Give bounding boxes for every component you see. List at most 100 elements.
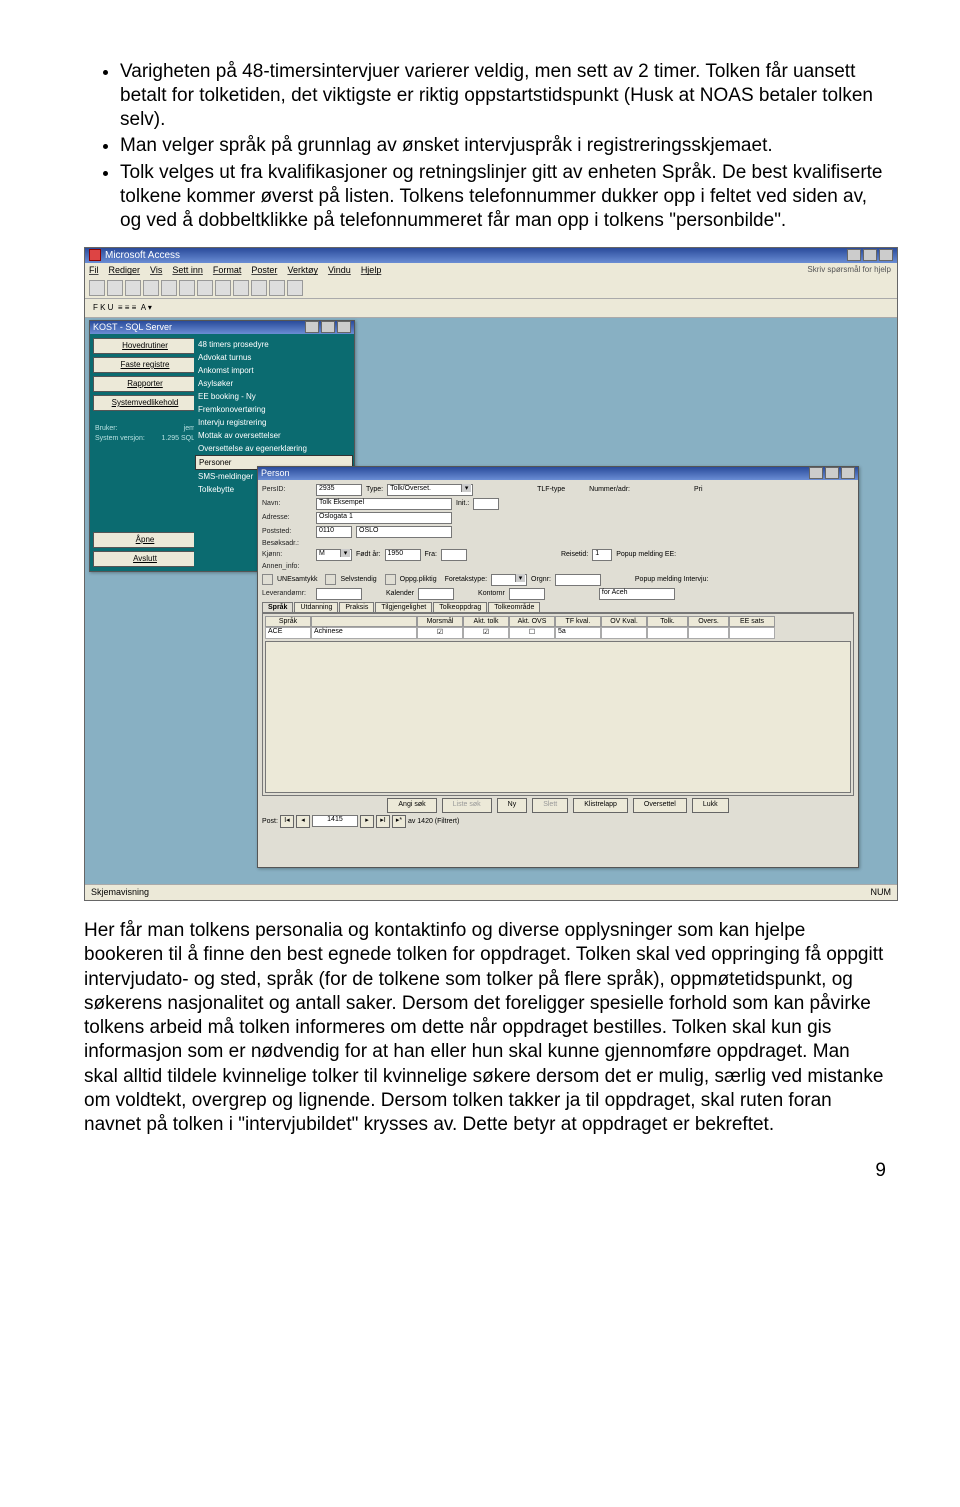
menu-verktoy[interactable]: Verktøy xyxy=(287,265,318,275)
tab-utdanning[interactable]: Utdanning xyxy=(294,602,338,612)
minimize-icon[interactable] xyxy=(847,249,861,261)
tab-praksis[interactable]: Praksis xyxy=(339,602,374,612)
kontornr-input[interactable] xyxy=(509,588,545,600)
side-rapporter[interactable]: Rapporter xyxy=(93,376,197,392)
side-systemvedlikehold[interactable]: Systemvedlikehold xyxy=(93,395,197,411)
grid-header-blank xyxy=(311,616,417,627)
side-apne-button[interactable]: Åpne xyxy=(93,532,197,548)
toolbar-1 xyxy=(85,278,897,299)
toolbar-button[interactable] xyxy=(251,280,267,296)
side-hovedrutiner[interactable]: Hovedrutiner xyxy=(93,338,197,354)
foretakstype-label: Foretakstype: xyxy=(445,576,487,583)
kost-list-item[interactable]: Advokat turnus xyxy=(195,351,353,364)
kost-list-item[interactable]: 48 timers prosedyre xyxy=(195,338,353,351)
poststed-input[interactable]: OSLO xyxy=(356,526,452,538)
close-icon[interactable] xyxy=(841,467,855,479)
toolbar-button[interactable] xyxy=(89,280,105,296)
grid-cell-aktovs-check[interactable]: ☐ xyxy=(509,627,555,639)
tab-sprak[interactable]: Språk xyxy=(262,602,293,612)
popup-intervju-input[interactable]: for Aceh xyxy=(599,588,675,600)
toolbar-button[interactable] xyxy=(233,280,249,296)
selvstendig-checkbox[interactable] xyxy=(325,574,336,585)
grid-cell-morsmal-check[interactable]: ☑ xyxy=(417,627,463,639)
toolbar-button[interactable] xyxy=(215,280,231,296)
klistrelapp-button[interactable]: Klistrelapp xyxy=(573,798,628,813)
kost-list-item[interactable]: Oversettelse av egenerklæring xyxy=(195,442,353,455)
post-label: Post: xyxy=(262,818,278,825)
restore-icon[interactable] xyxy=(321,321,335,333)
menu-hjelp[interactable]: Hjelp xyxy=(361,265,382,275)
lukk-button[interactable]: Lukk xyxy=(692,798,729,813)
kjonn-combo[interactable]: M xyxy=(316,549,352,561)
restore-icon[interactable] xyxy=(825,467,839,479)
angisok-button[interactable]: Angi søk xyxy=(387,798,436,813)
kost-list-item[interactable]: Asylsøker xyxy=(195,377,353,390)
oppgpliktig-checkbox[interactable] xyxy=(385,574,396,585)
menu-fil[interactable]: Fil xyxy=(89,265,99,275)
kost-list-item[interactable]: EE booking - Ny xyxy=(195,390,353,403)
kost-list-item[interactable]: Fremkonovertøring xyxy=(195,403,353,416)
fra-input[interactable] xyxy=(441,549,467,561)
kost-list-item[interactable]: Mottak av oversettelser xyxy=(195,429,353,442)
grid-cell-sprakcode[interactable]: ACE xyxy=(265,627,311,639)
help-search[interactable]: Skriv spørsmål for hjelp xyxy=(807,265,891,274)
fodt-input[interactable]: 1950 xyxy=(385,549,421,561)
ny-button[interactable]: Ny xyxy=(497,798,528,813)
toolbar-button[interactable] xyxy=(269,280,285,296)
side-faste-registre[interactable]: Faste registre xyxy=(93,357,197,373)
type-combo[interactable]: Tolk/Overset. xyxy=(387,484,473,496)
toolbar-button[interactable] xyxy=(179,280,195,296)
menu-poster[interactable]: Poster xyxy=(251,265,277,275)
grid-cell-sprakname[interactable]: Achinese xyxy=(311,627,417,639)
menubar[interactable]: Fil Rediger Vis Sett inn Format Poster V… xyxy=(85,263,897,278)
leverandornr-input[interactable] xyxy=(316,588,362,600)
menu-settinn[interactable]: Sett inn xyxy=(172,265,203,275)
adresse-input[interactable]: Oslogata 1 xyxy=(316,512,452,524)
menu-rediger[interactable]: Rediger xyxy=(109,265,141,275)
grid-cell-tfkval[interactable]: 5a xyxy=(555,627,601,639)
toolbar-button[interactable] xyxy=(287,280,303,296)
tab-tolkeomrade[interactable]: Tolkeområde xyxy=(488,602,540,612)
nav-next-button[interactable]: ▸ xyxy=(360,815,374,828)
format-fku[interactable]: F K U xyxy=(93,303,113,312)
foretakstype-combo[interactable] xyxy=(491,574,527,586)
grid-cell-overs[interactable] xyxy=(688,627,729,639)
oppgpliktig-label: Oppg.pliktig xyxy=(400,576,437,583)
minimize-icon[interactable] xyxy=(809,467,823,479)
grid-cell-akttolk-check[interactable]: ☑ xyxy=(463,627,509,639)
toolbar-button[interactable] xyxy=(125,280,141,296)
menu-format[interactable]: Format xyxy=(213,265,242,275)
kost-list-item[interactable]: Intervju registrering xyxy=(195,416,353,429)
persid-input[interactable]: 2935 xyxy=(316,484,362,496)
orgnr-input[interactable] xyxy=(555,574,601,586)
oversettel-button[interactable]: Oversettel xyxy=(633,798,687,813)
minimize-icon[interactable] xyxy=(305,321,319,333)
close-icon[interactable] xyxy=(337,321,351,333)
grid-cell-tolk[interactable] xyxy=(647,627,688,639)
toolbar-button[interactable] xyxy=(197,280,213,296)
toolbar-button[interactable] xyxy=(161,280,177,296)
nav-first-button[interactable]: I◂ xyxy=(280,815,294,828)
kost-list-item[interactable]: Ankomst import xyxy=(195,364,353,377)
grid-cell-eesats[interactable] xyxy=(729,627,775,639)
init-input[interactable] xyxy=(473,498,499,510)
nav-position[interactable]: 1415 xyxy=(312,815,358,827)
kalender-input[interactable] xyxy=(418,588,454,600)
reisetid-input[interactable]: 1 xyxy=(592,549,612,561)
toolbar-button[interactable] xyxy=(107,280,123,296)
tab-tilgjengelighet[interactable]: Tilgjengelighet xyxy=(375,602,432,612)
tab-tolkeoppdrag[interactable]: Tolkeoppdrag xyxy=(433,602,487,612)
nav-last-button[interactable]: ▸I xyxy=(376,815,390,828)
postnr-input[interactable]: 0110 xyxy=(316,526,352,538)
nav-prev-button[interactable]: ◂ xyxy=(296,815,310,828)
close-icon[interactable] xyxy=(879,249,893,261)
grid-cell-ovkval[interactable] xyxy=(601,627,647,639)
navn-input[interactable]: Tolk Eksempel xyxy=(316,498,452,510)
restore-icon[interactable] xyxy=(863,249,877,261)
menu-vis[interactable]: Vis xyxy=(150,265,162,275)
toolbar-button[interactable] xyxy=(143,280,159,296)
menu-vindu[interactable]: Vindu xyxy=(328,265,351,275)
une-checkbox[interactable] xyxy=(262,574,273,585)
side-avslutt-button[interactable]: Avslutt xyxy=(93,551,197,567)
nav-new-button[interactable]: ▸* xyxy=(392,815,406,828)
